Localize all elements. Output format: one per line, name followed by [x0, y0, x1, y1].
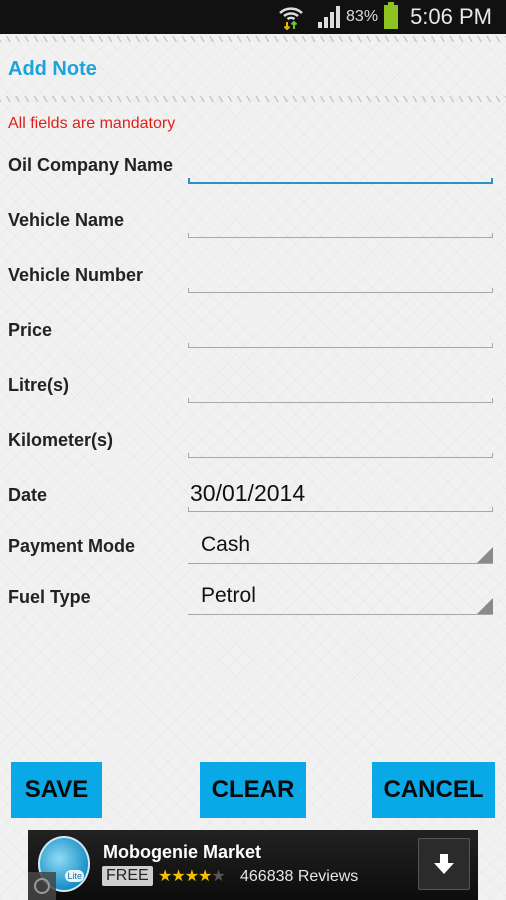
stitch-divider	[0, 36, 506, 42]
price-badge: FREE	[102, 866, 153, 886]
fuel-type-select[interactable]: Petrol	[188, 583, 493, 615]
price-input[interactable]	[188, 318, 493, 348]
save-button[interactable]: SAVE	[11, 762, 102, 818]
cancel-button[interactable]: CANCEL	[372, 762, 495, 818]
label-vehicle-name: Vehicle Name	[8, 210, 125, 230]
stitch-divider	[0, 96, 506, 102]
mandatory-note: All fields are mandatory	[8, 115, 176, 132]
clock: 5:06 PM	[410, 4, 492, 29]
label-litres: Litre(s)	[8, 375, 70, 395]
label-date: Date	[8, 485, 48, 505]
oil-company-name-input[interactable]	[188, 154, 493, 184]
label-kilometers: Kilometer(s)	[8, 430, 114, 450]
ad-app-name: Mobogenie Market	[103, 842, 262, 862]
logo-badge: Lite	[65, 870, 84, 882]
date-input[interactable]: 30/01/2014	[188, 480, 493, 512]
dropdown-triangle-icon	[477, 598, 493, 614]
kilometers-input[interactable]	[188, 428, 493, 458]
payment-mode-select[interactable]: Cash	[188, 532, 493, 564]
vehicle-name-input[interactable]	[188, 208, 493, 238]
vehicle-number-input[interactable]	[188, 263, 493, 293]
signal-icon	[318, 6, 341, 28]
ad-banner[interactable]: Lite Mobogenie Market FREE ★★★★★ 466838 …	[28, 830, 478, 900]
stars-filled-icon: ★★★★	[158, 868, 212, 885]
status-bar: 83% 5:06 PM	[0, 0, 506, 34]
label-vehicle-number: Vehicle Number	[8, 265, 144, 285]
star-rating: ★★★★★	[158, 866, 226, 886]
label-oil-company-name: Oil Company Name	[8, 155, 174, 175]
label-fuel-type: Fuel Type	[8, 587, 91, 607]
label-payment-mode: Payment Mode	[8, 536, 136, 556]
stars-empty-icon: ★	[211, 868, 225, 885]
review-count: 466838 Reviews	[240, 868, 359, 885]
clear-button[interactable]: CLEAR	[200, 762, 306, 818]
battery-percent: 83%	[346, 8, 379, 25]
download-arrow-icon	[434, 854, 454, 874]
battery-icon	[384, 2, 399, 29]
download-button[interactable]	[418, 838, 470, 890]
page-title: Add Note	[8, 58, 97, 80]
dropdown-triangle-icon	[477, 547, 493, 563]
label-price: Price	[8, 320, 53, 340]
litres-input[interactable]	[188, 373, 493, 403]
ad-info-icon[interactable]	[28, 872, 56, 900]
wifi-icon	[278, 4, 304, 31]
